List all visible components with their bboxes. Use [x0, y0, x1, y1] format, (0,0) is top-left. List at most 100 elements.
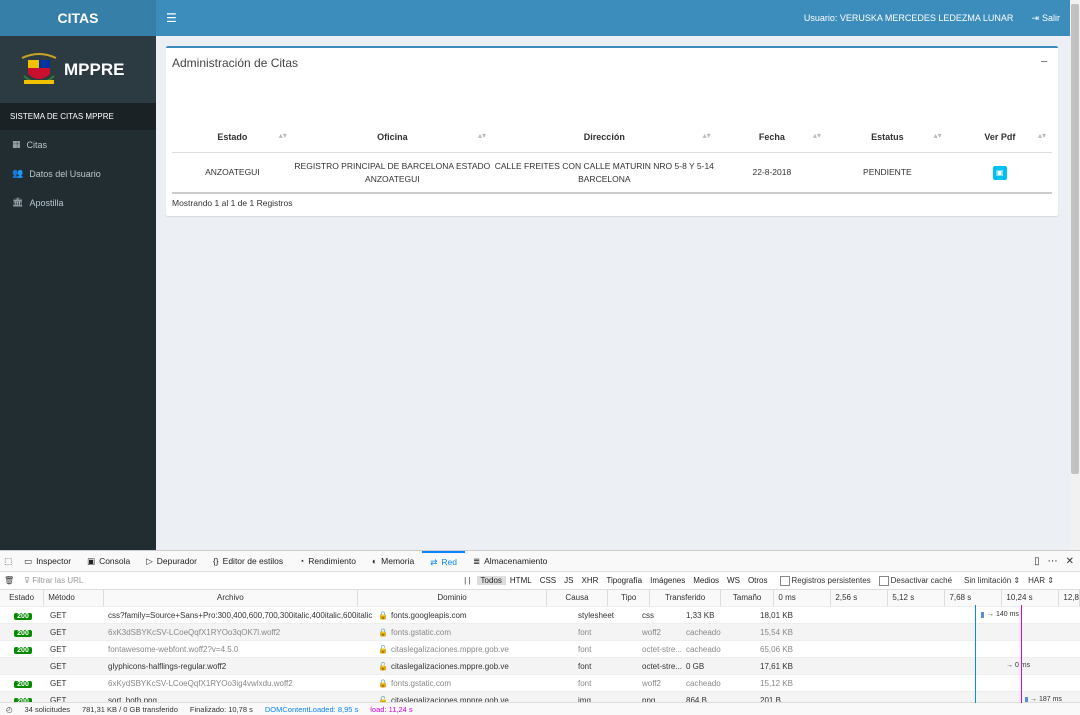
- tab-memoria[interactable]: ◐ Memoria: [364, 551, 422, 571]
- column-header[interactable]: Tipo: [608, 590, 651, 606]
- tab-rendimiento[interactable]: ◔ Rendimiento: [291, 551, 364, 571]
- type-cell: woff2: [642, 678, 661, 688]
- hamburger-menu-icon[interactable]: ☰: [166, 11, 177, 25]
- sidebar-item-citas[interactable]: ▦ Citas: [0, 130, 156, 159]
- storage-icon: ≣: [472, 555, 481, 566]
- size-cell: 15,54 KB: [760, 627, 793, 637]
- status-badge: 200: [14, 646, 32, 654]
- column-header[interactable]: Archivo: [104, 590, 359, 606]
- har-menu[interactable]: HAR ⇕: [1028, 576, 1054, 585]
- disable-cache-checkbox[interactable]: Desactivar caché: [878, 575, 952, 586]
- table-row: ANZOATEGUI REGISTRO PRINCIPAL DE BARCELO…: [172, 152, 1052, 194]
- filter-todos[interactable]: Todos: [476, 576, 506, 585]
- pick-element-icon[interactable]: ⬚: [4, 556, 12, 567]
- type-cell: css: [642, 610, 654, 620]
- filter-html[interactable]: HTML: [506, 576, 536, 585]
- transferred-cell: cacheado: [686, 627, 721, 637]
- column-header-estado[interactable]: Estado ▴▾: [172, 122, 293, 153]
- summary-domcontentloaded: DOMContentLoaded: 8,95 s: [264, 704, 359, 714]
- cell-estatus: PENDIENTE: [827, 152, 948, 194]
- tab-red[interactable]: ⇄ Red: [422, 551, 465, 571]
- sort-icon: ▴▾: [813, 131, 822, 140]
- request-row[interactable]: 200 GET 6xK3dSBYKcSV-LCoeQqfX1RYOo3qOK7l.w…: [0, 624, 1080, 641]
- more-options-icon[interactable]: ⋯: [1048, 556, 1058, 567]
- column-header[interactable]: Estado: [0, 590, 45, 606]
- tab-almacenamiento[interactable]: ≣ Almacenamiento: [465, 551, 555, 571]
- file-pdf-icon: ▣: [996, 167, 1004, 177]
- performance-analysis-icon[interactable]: ◴: [6, 705, 13, 714]
- cause-cell: font: [578, 644, 592, 654]
- insecure-lock-icon: 🔓: [378, 661, 388, 671]
- sidebar-item-datos-usuario[interactable]: 👥 Datos del Usuario: [0, 159, 156, 188]
- column-header[interactable]: Causa: [547, 590, 609, 606]
- citas-table: Estado ▴▾ Oficina ▴▾ Dirección ▴▾ Fecha ▴▾ E…: [172, 122, 1052, 194]
- filter-fonts[interactable]: Tipografía: [602, 576, 646, 585]
- domain-cell: 🔓 citaslegalizaciones.mppre.gob.ve: [378, 644, 509, 654]
- page-scrollbar[interactable]: [1070, 0, 1080, 550]
- pause-button[interactable]: | |: [464, 576, 470, 585]
- waterfall-cell: → 0 ms: [816, 658, 1080, 674]
- braces-icon: {}: [212, 556, 219, 566]
- cause-cell: font: [578, 678, 592, 688]
- citas-box: Administración de Citas − Estado ▴▾ Ofici…: [166, 46, 1058, 216]
- filter-others[interactable]: Otros: [744, 576, 772, 585]
- memory-icon: ◐: [372, 556, 378, 566]
- column-header-oficina[interactable]: Oficina ▴▾: [292, 122, 492, 153]
- console-icon: ▣: [87, 555, 96, 566]
- request-row[interactable]: GET glyphicons-halflings-regular.woff2 🔓 ci…: [0, 658, 1080, 675]
- column-header-fecha[interactable]: Fecha ▴▾: [716, 122, 828, 153]
- filter-urls-input[interactable]: ⊽ Filtrar las URL: [24, 576, 464, 585]
- column-header[interactable]: Transferido: [650, 590, 721, 606]
- status-cell: 200: [0, 611, 46, 620]
- timeline-tick: 5,12 s: [887, 590, 944, 606]
- filter-js[interactable]: JS: [560, 576, 577, 585]
- tab-editor-estilos[interactable]: {} Editor de estilos: [205, 551, 291, 571]
- tab-consola[interactable]: ▣ Consola: [79, 551, 138, 571]
- brand-logo[interactable]: CITAS: [0, 0, 156, 36]
- collapse-button[interactable]: −: [1040, 54, 1048, 69]
- request-row[interactable]: 200 GET 6xKydSBYKcSV-LCoeQqfX1RYOo3ig4vwlx…: [0, 675, 1080, 692]
- sort-icon: ▴▾: [1037, 131, 1046, 140]
- scrollbar-thumb[interactable]: [1071, 4, 1079, 474]
- lock-icon: 🔒: [378, 678, 388, 688]
- column-header[interactable]: Dominio: [358, 590, 547, 606]
- domain-cell: 🔒 fonts.gstatic.com: [378, 627, 451, 637]
- devtools-tabs: ⬚ ▭ Inspector ▣ Consola ▷ Depurador {} Edito…: [0, 551, 1080, 572]
- throttling-select[interactable]: Sin limitación ⇕: [964, 576, 1020, 585]
- column-header-estatus[interactable]: Estatus ▴▾: [827, 122, 948, 153]
- filter-css[interactable]: CSS: [536, 576, 560, 585]
- pdf-button[interactable]: ▣: [992, 165, 1007, 180]
- timeline-header[interactable]: 0 ms 2,56 s 5,12 s 7,68 s 10,24 s 12,8: [774, 590, 1080, 606]
- filter-xhr[interactable]: XHR: [577, 576, 602, 585]
- close-icon[interactable]: ✕: [1066, 556, 1074, 567]
- column-header-direccion[interactable]: Dirección ▴▾: [491, 122, 717, 153]
- filter-media[interactable]: Medios: [689, 576, 723, 585]
- table-info: Mostrando 1 al 1 de 1 Registros: [172, 198, 293, 208]
- request-row[interactable]: 200 GET css?family=Source+Sans+Pro:300,400…: [0, 607, 1080, 624]
- waterfall-cell: [816, 624, 1080, 640]
- filter-images[interactable]: Imágenes: [646, 576, 689, 585]
- status-cell: 200: [0, 679, 46, 688]
- filter-ws[interactable]: WS: [723, 576, 744, 585]
- persist-logs-checkbox[interactable]: Registros persistentes: [779, 575, 871, 586]
- request-row[interactable]: 200 GET fontawesome-webfont.woff2?v=4.5.0 🔓…: [0, 641, 1080, 658]
- dock-icon[interactable]: ▯: [1034, 556, 1040, 567]
- timing-label: → 140 ms: [987, 611, 1019, 618]
- column-header[interactable]: Método: [44, 590, 104, 606]
- type-cell: octet-stre...: [642, 644, 683, 654]
- file-cell: glyphicons-halflings-regular.woff2: [108, 661, 227, 671]
- tab-depurador[interactable]: ▷ Depurador: [138, 551, 205, 571]
- cell-oficina: REGISTRO PRINCIPAL DE BARCELONA ESTADO A…: [292, 152, 492, 194]
- devtools-panel: ⬚ ▭ Inspector ▣ Consola ▷ Depurador {} Edito…: [0, 550, 1080, 715]
- logout-button[interactable]: ⇥ Salir: [1031, 13, 1060, 24]
- tab-inspector[interactable]: ▭ Inspector: [16, 551, 79, 571]
- column-header-ver-pdf[interactable]: Ver Pdf ▴▾: [947, 122, 1052, 153]
- timing-bar: [981, 612, 984, 618]
- sidebar-item-apostilla[interactable]: 🏛 Apostilla: [0, 188, 156, 217]
- timing-label: → 0 ms: [1006, 662, 1031, 669]
- timeline-tick: 0 ms: [778, 593, 796, 602]
- debugger-icon: ▷: [146, 555, 153, 566]
- size-cell: 18,01 KB: [760, 610, 793, 620]
- trash-icon[interactable]: 🗑: [4, 576, 14, 585]
- column-header[interactable]: Tamaño: [721, 590, 775, 606]
